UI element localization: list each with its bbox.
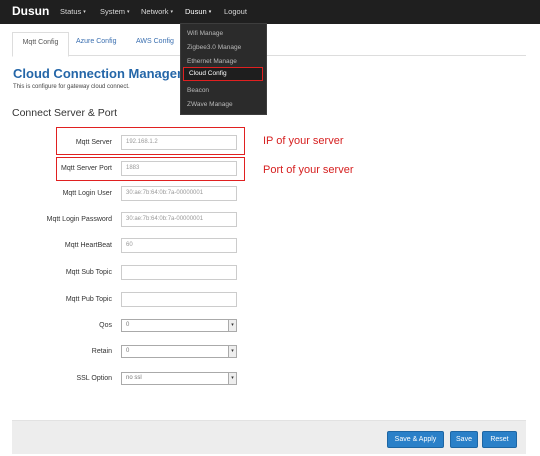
config-tabs: Mqtt Config Azure Config AWS Config (12, 32, 526, 57)
port-annotation: Port of your server (263, 164, 354, 176)
mqtt-login-password-label: Mqtt Login Password (46, 216, 112, 223)
nav-system-label: System (100, 7, 126, 16)
retain-select[interactable]: 0 ▾ (121, 345, 237, 358)
mqtt-sub-topic-label: Mqtt Sub Topic (65, 269, 112, 276)
save-button[interactable]: Save (450, 431, 478, 448)
reset-button[interactable]: Reset (482, 431, 517, 448)
mqtt-login-user-label: Mqtt Login User (62, 190, 112, 197)
nav-system[interactable]: System ▾ (100, 7, 130, 16)
page-description: This is configure for gateway cloud conn… (13, 84, 130, 90)
mqtt-server-highlight (56, 127, 245, 155)
dusun-dropdown-menu: Wifi Manage Zigbee3.0 Manage Ethernet Ma… (180, 23, 267, 115)
brand-logo[interactable]: Dusun (12, 4, 49, 18)
ssl-option-label: SSL Option (76, 375, 112, 382)
dropdown-arrow-icon: ▾ (228, 373, 236, 384)
nav-status[interactable]: Status ▾ (60, 7, 86, 16)
mqtt-server-port-highlight (56, 157, 245, 181)
caret-down-icon: ▾ (127, 9, 130, 15)
mqtt-heartbeat-input[interactable]: 60 (121, 238, 237, 253)
form-actions-bar (12, 420, 526, 454)
tab-aws-config[interactable]: AWS Config (136, 38, 174, 45)
dropdown-arrow-icon: ▾ (228, 346, 236, 357)
nav-network-label: Network (141, 7, 169, 16)
mqtt-pub-topic-input[interactable] (121, 292, 237, 307)
menu-item-beacon[interactable]: Beacon (187, 87, 209, 94)
ssl-option-value: no ssl (126, 375, 142, 381)
mqtt-pub-topic-label: Mqtt Pub Topic (65, 296, 112, 303)
caret-down-icon: ▾ (170, 9, 174, 15)
caret-down-icon: ▾ (208, 9, 212, 15)
mqtt-heartbeat-label: Mqtt HeartBeat (64, 242, 112, 249)
mqtt-login-user-input[interactable]: 30:ae:7b:64:0b:7a-00000001 (121, 186, 237, 201)
menu-item-wifi-manage[interactable]: Wifi Manage (187, 30, 223, 37)
qos-select[interactable]: 0 ▾ (121, 319, 237, 332)
dropdown-arrow-icon: ▾ (228, 320, 236, 331)
server-annotation: IP of your server (263, 135, 344, 147)
ssl-option-select[interactable]: no ssl ▾ (121, 372, 237, 385)
nav-dusun-label: Dusun (185, 7, 207, 16)
menu-item-zigbee-manage[interactable]: Zigbee3.0 Manage (187, 44, 241, 51)
retain-label: Retain (91, 348, 112, 355)
nav-network[interactable]: Network ▾ (141, 7, 173, 16)
mqtt-login-password-input[interactable]: 30:ae:7b:64:0b:7a-00000001 (121, 212, 237, 227)
qos-value: 0 (126, 322, 130, 328)
qos-label: Qos (99, 322, 112, 329)
retain-value: 0 (126, 348, 130, 354)
menu-item-ethernet-manage[interactable]: Ethernet Manage (187, 58, 237, 65)
section-title: Connect Server & Port (12, 107, 118, 119)
tab-azure-config[interactable]: Azure Config (76, 38, 116, 45)
caret-down-icon: ▾ (83, 9, 86, 15)
tab-mqtt-config[interactable]: Mqtt Config (12, 32, 69, 57)
nav-dusun[interactable]: Dusun ▾ (185, 7, 211, 16)
nav-status-label: Status (60, 7, 82, 16)
menu-item-zwave-manage[interactable]: ZWave Manage (187, 101, 233, 108)
save-apply-button[interactable]: Save & Apply (387, 431, 444, 448)
mqtt-sub-topic-input[interactable] (121, 265, 237, 280)
page-title: Cloud Connection Management (13, 66, 181, 81)
nav-logout[interactable]: Logout (224, 7, 247, 16)
menu-item-cloud-config[interactable]: Cloud Config (183, 67, 263, 81)
